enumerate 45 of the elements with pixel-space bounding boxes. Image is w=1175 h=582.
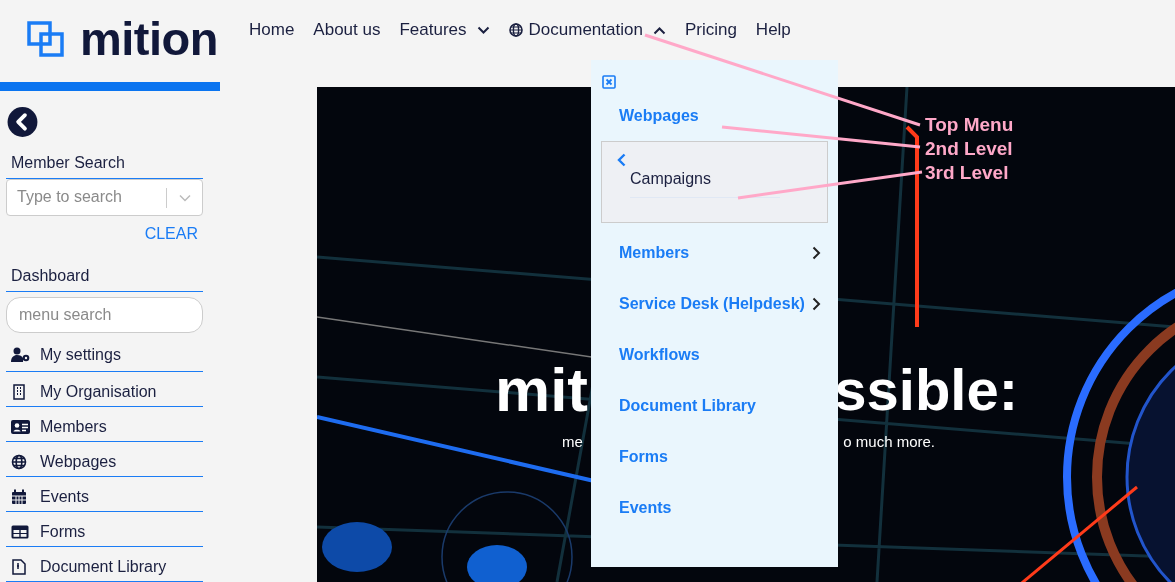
annotation-label: 3rd Level (925, 161, 1010, 185)
hero-headline: mit (495, 355, 588, 425)
annotation-label: 2nd Level (925, 137, 1014, 161)
hero-subline: o much more. (843, 432, 935, 452)
sidebar-item[interactable]: Events (6, 477, 203, 513)
annotation-label: Top Menu (925, 113, 1014, 137)
sidebar-item[interactable]: Members (6, 407, 203, 443)
hero-subline: me (562, 432, 583, 452)
member-search-label: Member Search (6, 136, 203, 179)
sidebar-item[interactable]: Forms (6, 512, 203, 548)
logo-text[interactable]: mition (80, 13, 218, 65)
sidebar-item[interactable]: Webpages (6, 442, 203, 478)
nav-link[interactable]: Home (249, 19, 295, 41)
sidebar-item[interactable]: Document Library (6, 547, 203, 582)
globe-icon (508, 23, 523, 37)
nav-link[interactable]: Features (399, 19, 490, 41)
dropdown-item[interactable]: Webpages (602, 91, 828, 141)
nav-link[interactable]: Help (755, 19, 791, 41)
id-card-icon (11, 419, 31, 436)
submenu-item[interactable]: Campaigns (630, 170, 780, 198)
dashboard-link[interactable]: Dashboard (6, 242, 203, 292)
menu-search-field[interactable]: menu search (6, 296, 203, 333)
close-icon[interactable] (602, 75, 616, 89)
dropdown-item[interactable]: Forms (602, 431, 828, 482)
user-gear-icon (11, 346, 31, 363)
sidebar-item[interactable]: My settings (6, 332, 203, 373)
clear-link[interactable]: CLEAR (144, 224, 198, 243)
back-icon[interactable] (7, 107, 38, 137)
dropdown-item[interactable]: Events (602, 482, 828, 533)
sidebar-item[interactable]: My Organisation (6, 372, 203, 408)
table-icon (11, 524, 31, 541)
dropdown-item[interactable]: Members (602, 227, 828, 278)
nav-link[interactable]: About us (313, 19, 381, 41)
member-search-field[interactable]: Type to search (6, 178, 203, 216)
chevron-right-icon (812, 245, 821, 260)
nav-link[interactable]: Documentation (508, 19, 666, 41)
nav-link[interactable]: Pricing (684, 19, 737, 41)
dropdown-item[interactable]: Workflows (602, 329, 828, 380)
dropdown-item[interactable]: Service Desk (Helpdesk) (602, 278, 828, 329)
hero-headline: ssible: (834, 356, 1018, 424)
chevron-right-icon (812, 296, 821, 311)
dropdown-item[interactable]: Document Library (602, 380, 828, 431)
caret-icon (652, 25, 666, 35)
logo-icon (27, 21, 64, 57)
caret-icon (476, 25, 490, 35)
